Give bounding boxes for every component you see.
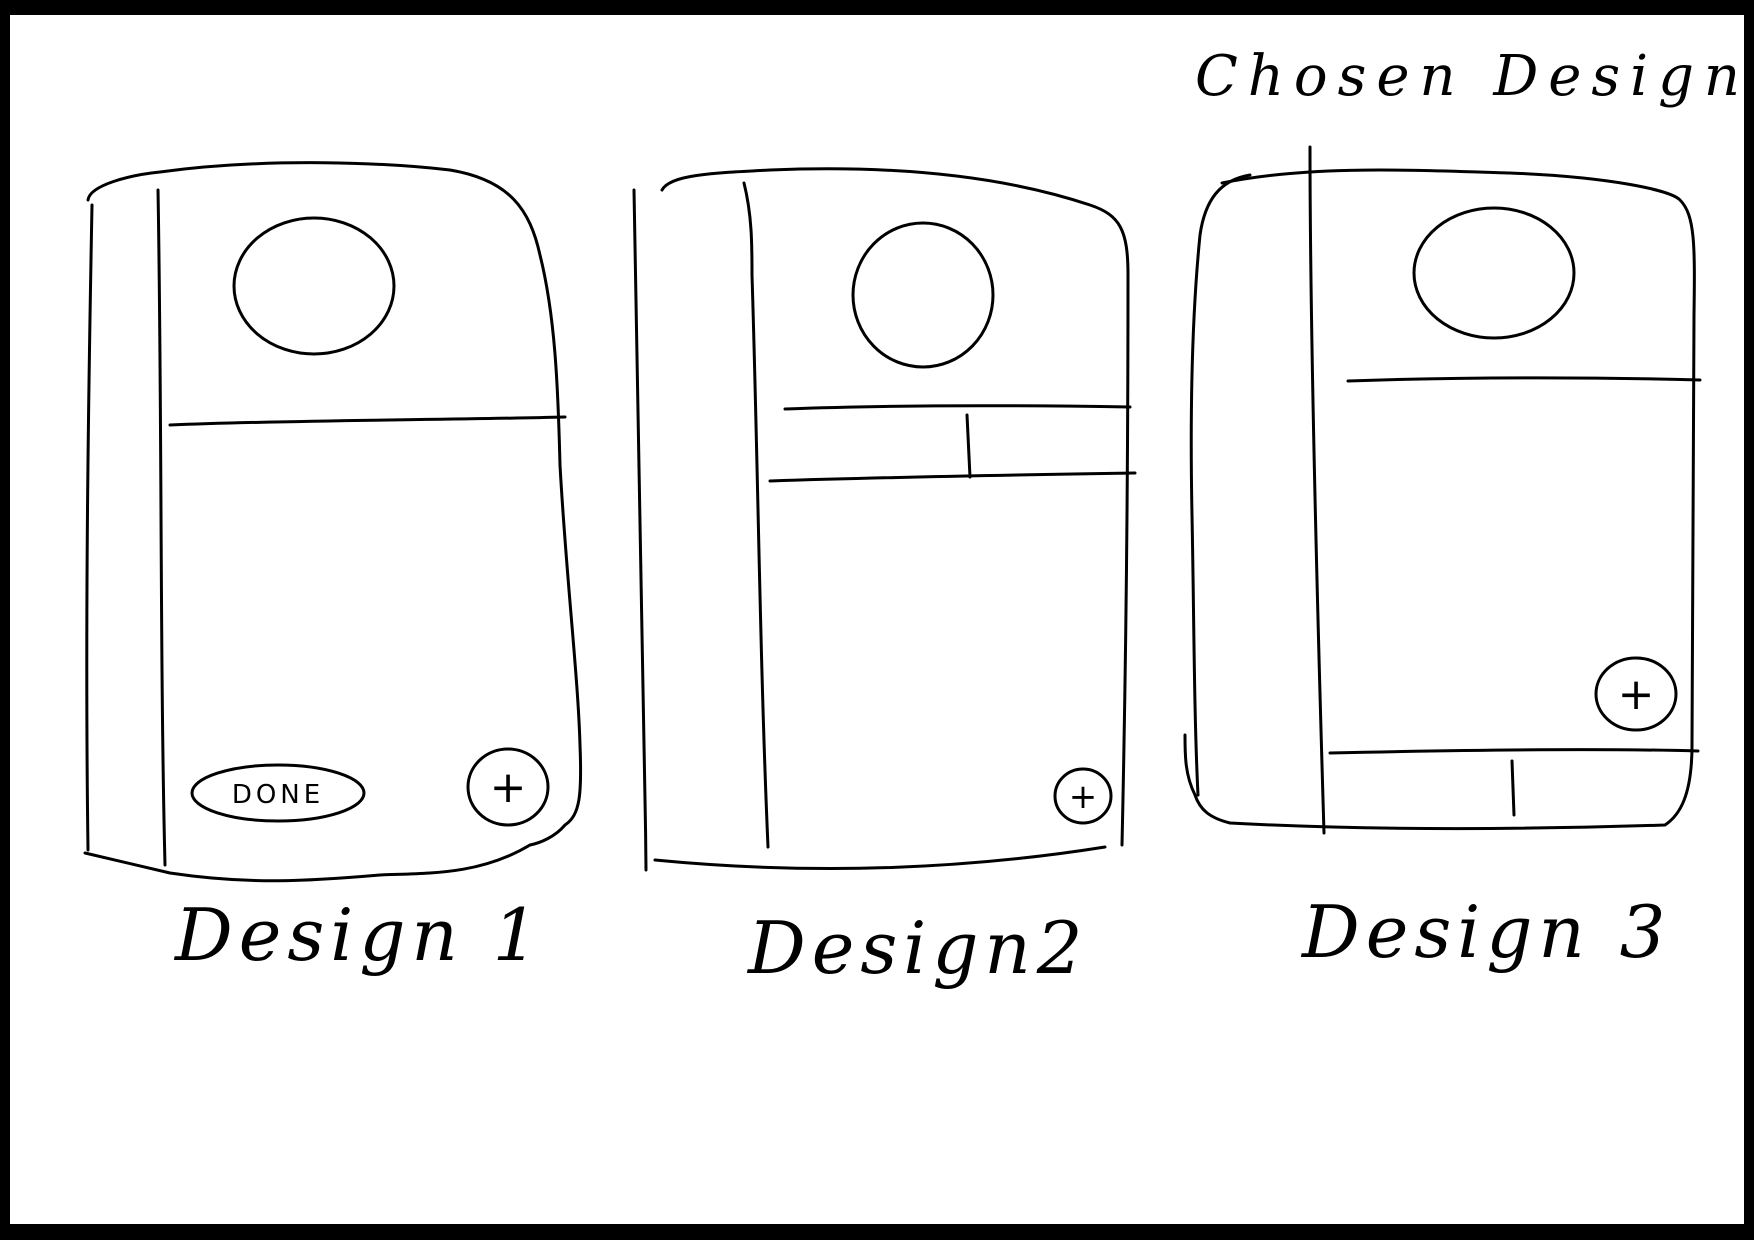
design-1-left-edge <box>85 203 94 852</box>
design-1-label: Design 1 <box>173 893 544 977</box>
page-title: Chosen Designs <box>1195 44 1744 109</box>
design-1-plus-icon: + <box>490 762 527 813</box>
design-2-label: Design2 <box>746 906 1089 990</box>
design-2-header-divider-bottom <box>768 471 1137 483</box>
design-1-sidebar-divider <box>156 188 167 867</box>
done-button-label: DONE <box>232 780 324 810</box>
design-3-label: Design 3 <box>1300 890 1671 974</box>
design-1-wireframe: DONE + Design 1 <box>83 161 583 977</box>
design-3-bottom-nav-divider <box>1328 748 1700 755</box>
design-3-wireframe: + Design 3 <box>1183 145 1702 974</box>
design-3-phone-outline <box>1183 168 1696 831</box>
design-1-avatar <box>232 216 396 356</box>
sketch-paper: Chosen Designs DONE + Design 1 + Design2… <box>10 15 1744 1224</box>
design-2-phone-outline <box>660 167 1130 847</box>
design-2-header-divider-top <box>783 404 1132 411</box>
design-2-wireframe: + Design2 <box>632 167 1137 990</box>
design-3-header-divider <box>1346 376 1702 383</box>
design-1-header-divider <box>168 415 567 427</box>
design-2-avatar[interactable] <box>851 221 995 369</box>
design-2-left-edge <box>632 188 648 872</box>
design-3-left-edge <box>1189 173 1252 797</box>
design-2-bottom-edge <box>653 845 1107 871</box>
design-3-avatar[interactable] <box>1412 206 1576 340</box>
design-3-bottom-nav-separator <box>1510 759 1516 817</box>
design-3-plus-icon: + <box>1618 669 1655 720</box>
design-2-sidebar-divider <box>742 181 770 849</box>
design-2-tab-divider <box>965 413 972 479</box>
wireframe-sketch: Chosen Designs DONE + Design 1 + Design2… <box>83 44 1744 990</box>
design-2-plus-icon: + <box>1069 777 1098 817</box>
design-3-sidebar-divider <box>1308 145 1326 835</box>
